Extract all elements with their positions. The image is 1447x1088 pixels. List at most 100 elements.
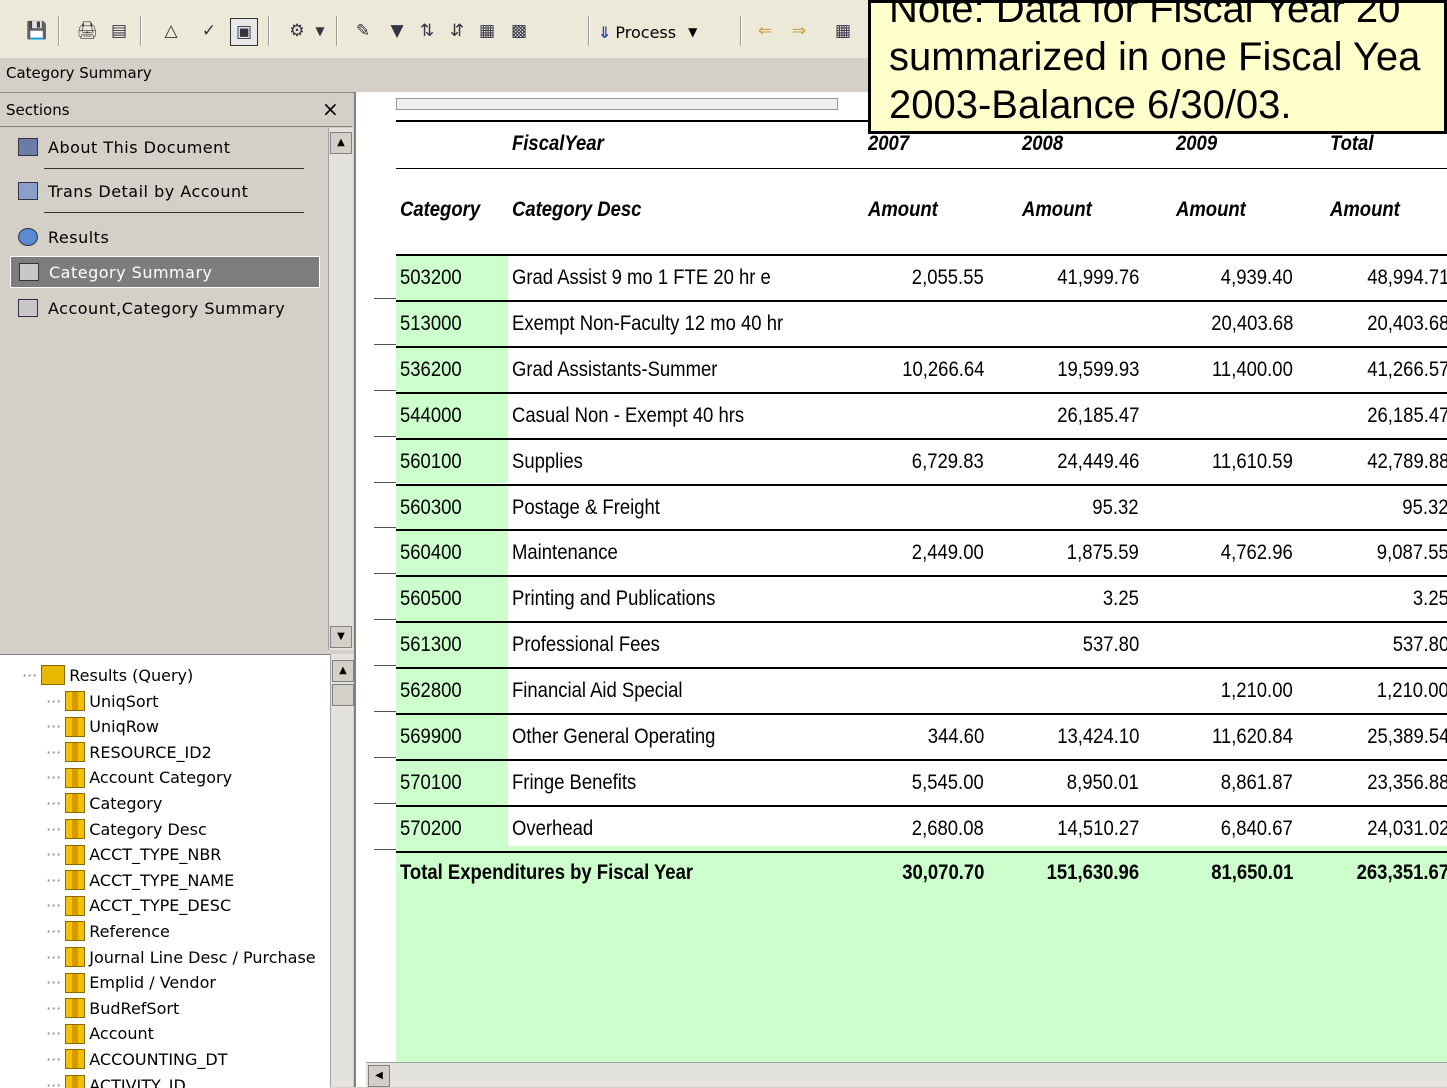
forward-arrow-icon[interactable]: ⇒ — [786, 18, 812, 44]
amount-cell: 344.60 — [927, 725, 984, 749]
section-item-account-category-summary[interactable]: Account,Category Summary — [18, 293, 318, 323]
section-item-category-summary[interactable]: Category Summary — [10, 256, 320, 288]
category-code: 569900 — [400, 725, 462, 749]
divider — [44, 212, 304, 213]
tree-column-node[interactable]: ···ACCT_TYPE_NAME — [46, 868, 234, 892]
row-margin-tick — [374, 344, 396, 345]
column-icon — [65, 742, 85, 762]
row-margin-tick — [374, 436, 396, 437]
category-desc: Maintenance — [512, 541, 618, 565]
scroll-up-icon[interactable]: ▲ — [332, 660, 354, 682]
amount-cell: 24,449.46 — [1057, 450, 1139, 474]
category-desc: Printing and Publications — [512, 587, 715, 611]
tree-column-label: RESOURCE_ID2 — [89, 743, 212, 762]
column-icon — [65, 973, 85, 993]
close-icon[interactable]: × — [322, 97, 339, 121]
section-view-icon[interactable]: ▣ — [230, 18, 258, 46]
chevron-down-icon: ▼ — [688, 25, 697, 39]
tree-column-node[interactable]: ···RESOURCE_ID2 — [46, 740, 212, 764]
tree-column-node[interactable]: ···Account Category — [46, 766, 232, 790]
toolbar-separator — [268, 16, 270, 46]
totals-amount: 151,630.96 — [1047, 861, 1139, 885]
amount-cell: 6,729.83 — [912, 450, 984, 474]
row-divider — [396, 300, 1447, 302]
back-arrow-icon[interactable]: ⇐ — [752, 18, 778, 44]
toolbar-separator — [336, 16, 338, 46]
amount-cell: 26,185.47 — [1367, 404, 1447, 428]
tree-root-label: Results (Query) — [69, 666, 193, 685]
tree-root[interactable]: ··· Results (Query) — [22, 663, 193, 687]
tree-column-node[interactable]: ···Category Desc — [46, 817, 207, 841]
note-text: Note: Data for Fiscal Year 20 summarized… — [889, 0, 1447, 129]
section-item-results[interactable]: Results — [18, 222, 318, 252]
amount-cell: 3.25 — [1413, 587, 1447, 611]
section-item-trans-detail[interactable]: Trans Detail by Account — [18, 176, 318, 206]
tree-column-node[interactable]: ···Category — [46, 791, 162, 815]
export-icon[interactable]: ▤ — [106, 18, 132, 44]
tree-column-node[interactable]: ···BudRefSort — [46, 996, 179, 1020]
tree-column-label: BudRefSort — [89, 999, 179, 1018]
amount-cell: 23,356.88 — [1367, 771, 1447, 795]
save-icon[interactable]: 💾 — [24, 18, 50, 44]
query-icon[interactable]: ⚙ — [284, 18, 310, 44]
tree-scrollbar[interactable]: ▲ — [330, 654, 353, 1087]
note-callout: Note: Data for Fiscal Year 20 summarized… — [868, 0, 1447, 134]
toolbar-separator — [588, 16, 590, 46]
tree-column-node[interactable]: ···UniqSort — [46, 689, 159, 713]
section-item-about[interactable]: About This Document — [18, 132, 318, 162]
check-icon[interactable]: ✓ — [196, 18, 222, 44]
tree-column-node[interactable]: ···Journal Line Desc / Purchase — [46, 945, 316, 969]
chart-icon[interactable]: ✎ — [350, 18, 376, 44]
pivot-icon[interactable]: ▼ — [384, 18, 410, 44]
table-icon[interactable]: ▦ — [474, 18, 500, 44]
tree-column-node[interactable]: ···ACCOUNTING_DT — [46, 1047, 228, 1071]
tree-column-node[interactable]: ···Account — [46, 1022, 154, 1046]
category-desc: Financial Aid Special — [512, 679, 683, 703]
sort-ascending-icon[interactable]: ⇅ — [414, 18, 440, 44]
amount-cell: 41,999.76 — [1057, 266, 1139, 290]
tree-column-node[interactable]: ···Emplid / Vendor — [46, 971, 216, 995]
amount-cell: 14,510.27 — [1057, 817, 1139, 841]
report-horizontal-scrollbar[interactable]: ◀ — [366, 1062, 1447, 1087]
process-button[interactable]: ⇓ Process ▼ — [598, 18, 697, 46]
scroll-thumb[interactable] — [332, 684, 354, 706]
report-icon — [18, 182, 38, 200]
tree-column-node[interactable]: ···UniqRow — [46, 715, 159, 739]
row-margin-tick — [374, 849, 396, 850]
insert-icon[interactable]: ▩ — [506, 18, 532, 44]
tree-column-node[interactable]: ···ACTIVITY_ID — [46, 1073, 186, 1088]
tree-column-node[interactable]: ···ACCT_TYPE_NBR — [46, 843, 221, 867]
amount-cell: 11,610.59 — [1212, 450, 1293, 474]
column-icon — [65, 1024, 85, 1044]
filter-icon[interactable]: △ — [158, 18, 184, 44]
calculator-icon[interactable]: ▦ — [830, 18, 856, 44]
amount-cell: 1,210.00 — [1221, 679, 1293, 703]
amount-cell: 48,994.71 — [1367, 266, 1447, 290]
scroll-left-icon[interactable]: ◀ — [368, 1065, 390, 1087]
process-icon: ⇓ — [598, 23, 611, 42]
tree-column-label: ACTIVITY_ID — [89, 1076, 186, 1088]
category-desc: Overhead — [512, 817, 593, 841]
category-code: 560300 — [400, 496, 462, 520]
category-desc: Exempt Non-Faculty 12 mo 40 hr — [512, 312, 783, 336]
column-icon — [65, 896, 85, 916]
tree-column-label: Category Desc — [89, 820, 206, 839]
scroll-up-icon[interactable]: ▲ — [330, 132, 352, 154]
scroll-down-icon[interactable]: ▼ — [330, 626, 352, 648]
chevron-down-icon[interactable]: ▼ — [312, 18, 328, 44]
tree-column-node[interactable]: ···ACCT_TYPE_DESC — [46, 894, 231, 918]
column-icon — [65, 819, 85, 839]
header-rule — [396, 254, 1447, 256]
row-divider — [396, 621, 1447, 623]
sections-scrollbar[interactable]: ▲ ▼ — [328, 128, 353, 650]
print-icon[interactable]: 🖨 — [74, 18, 100, 44]
column-header-amount: Amount — [868, 198, 938, 222]
tree-column-node[interactable]: ···Reference — [46, 919, 170, 943]
row-divider — [396, 529, 1447, 531]
folder-icon — [41, 665, 65, 685]
amount-cell: 95.32 — [1093, 496, 1139, 520]
column-ruler — [396, 98, 838, 110]
sort-descending-icon[interactable]: ⇵ — [444, 18, 470, 44]
amount-cell: 2,449.00 — [912, 541, 984, 565]
column-icon — [65, 1075, 85, 1088]
